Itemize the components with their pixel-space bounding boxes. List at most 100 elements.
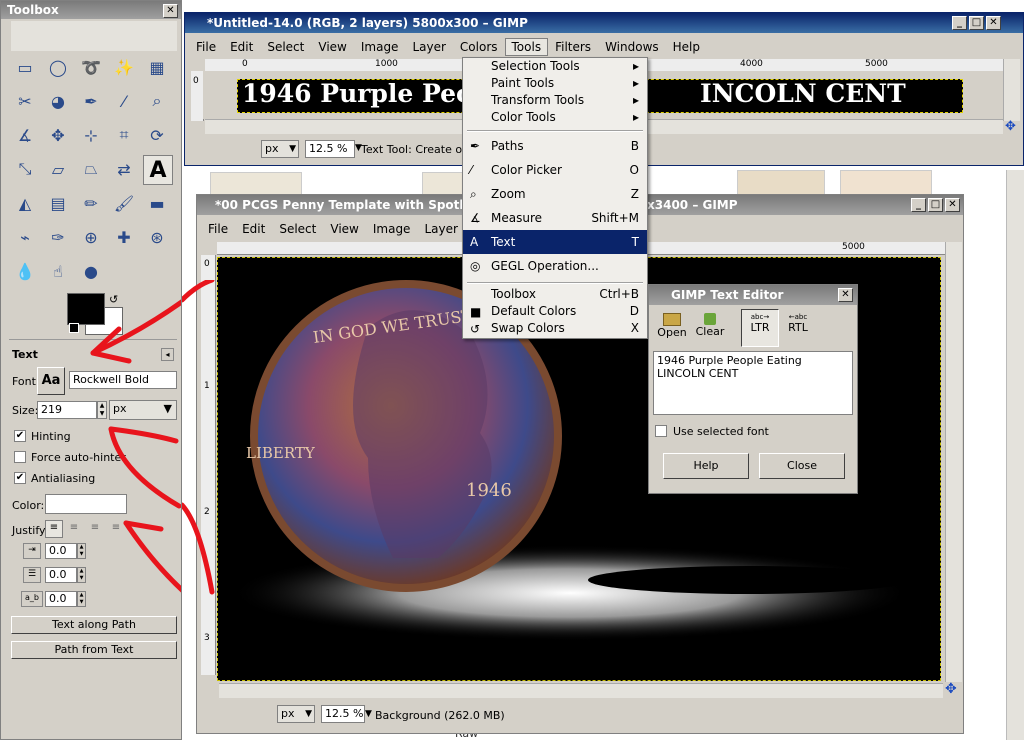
text-tool-icon: A [470, 235, 479, 249]
zoom-icon: ⌕ [470, 187, 477, 201]
desktop-scrollbar[interactable] [1006, 170, 1024, 740]
close-icon[interactable]: ✕ [986, 16, 1001, 30]
main-menu-tools[interactable]: Tools [504, 38, 549, 56]
use-selected-font-checkbox[interactable] [655, 425, 667, 437]
menu-item-shortcut: B [630, 139, 639, 153]
annotation-arrow [108, 426, 179, 444]
penny-menu-layer[interactable]: Layer [417, 220, 464, 238]
tools-menu-item-paint-tools[interactable]: Paint Tools ▸ [463, 75, 647, 92]
vruler-label: 0 [204, 259, 210, 269]
tools-menu-item-default-colors[interactable]: ■ Default Colors D [463, 303, 647, 320]
main-menu-edit[interactable]: Edit [223, 38, 260, 56]
main-vertical-scrollbar[interactable] [1003, 59, 1020, 121]
main-menu-view[interactable]: View [311, 38, 353, 56]
tools-menu-item-text[interactable]: A Text T [463, 230, 647, 254]
penny-menu-edit[interactable]: Edit [235, 220, 272, 238]
text-editor-titlebar[interactable]: GIMP Text Editor [649, 285, 857, 305]
main-menu-select[interactable]: Select [260, 38, 311, 56]
penny-menu-view[interactable]: View [323, 220, 365, 238]
tools-menu-item-color-tools[interactable]: Color Tools ▸ [463, 109, 647, 126]
close-button[interactable]: Close [759, 453, 845, 479]
penny-vertical-scrollbar[interactable] [945, 242, 962, 682]
vruler-label: 0 [193, 76, 199, 86]
penny-window-title-right: x3400 – GIMP [647, 198, 738, 212]
tools-menu-item-color-picker[interactable]: ⁄ Color Picker O [463, 158, 647, 182]
chevron-down-icon[interactable]: ▼ [365, 709, 372, 719]
main-unit-select[interactable]: px ▼ [261, 140, 299, 158]
main-zoom-select[interactable]: 12.5 % [305, 140, 355, 158]
penny-menu-file[interactable]: File [201, 220, 235, 238]
menu-separator [467, 282, 643, 284]
chevron-down-icon: ▼ [289, 144, 296, 154]
help-button[interactable]: Help [663, 453, 749, 479]
open-button[interactable]: Open [653, 309, 691, 347]
main-menu-layer[interactable]: Layer [405, 38, 452, 56]
ruler-label: 0 [242, 59, 248, 69]
menu-item-label: Transform Tools [491, 93, 585, 107]
menu-item-label: Paths [491, 139, 524, 153]
tools-menu-item-swap-colors[interactable]: ↺ Swap Colors X [463, 320, 647, 337]
main-menu-help[interactable]: Help [666, 38, 707, 56]
main-menubar: File Edit Select View Image Layer Colors Tools F… [185, 37, 1023, 57]
menu-separator [467, 130, 643, 132]
banner-text-right: INCOLN CENT [700, 79, 906, 108]
ruler-label: 5000 [865, 59, 888, 69]
penny-horizontal-scrollbar[interactable] [219, 683, 943, 698]
menu-item-shortcut: Z [630, 187, 639, 201]
ltr-button-label: LTR [750, 321, 770, 334]
coin-liberty: LIBERTY [246, 444, 316, 462]
submenu-arrow-icon: ▸ [632, 93, 639, 107]
main-zoom-value: 12.5 % [309, 142, 348, 155]
coin-date: 1946 [466, 480, 512, 501]
penny-zoom-select[interactable]: 12.5 % [321, 705, 365, 723]
main-window-title: *Untitled-14.0 (RGB, 2 layers) 5800x300 … [207, 16, 528, 30]
rtl-button[interactable]: ←abc RTL [779, 309, 817, 347]
main-menu-image[interactable]: Image [354, 38, 406, 56]
ruler-label: 4000 [740, 59, 763, 69]
tools-menu-item-zoom[interactable]: ⌕ Zoom Z [463, 182, 647, 206]
menu-item-shortcut: Ctrl+B [599, 287, 639, 301]
clear-button[interactable]: Clear [691, 309, 729, 347]
minimize-icon[interactable]: _ [911, 198, 926, 212]
tools-menu-item-paths[interactable]: ✒ Paths B [463, 134, 647, 158]
menu-item-label: Default Colors [491, 304, 577, 318]
clear-button-label: Clear [695, 325, 725, 338]
chevron-down-icon: ▼ [305, 709, 312, 719]
penny-unit-value: px [281, 707, 295, 720]
rtl-button-label: RTL [788, 321, 808, 334]
menu-item-shortcut: T [631, 235, 639, 249]
ruler-label: 1000 [375, 59, 398, 69]
main-menu-windows[interactable]: Windows [598, 38, 666, 56]
main-window-titlebar[interactable]: *Untitled-14.0 (RGB, 2 layers) 5800x300 … [185, 13, 1023, 33]
maximize-icon[interactable]: □ [928, 198, 943, 212]
close-icon[interactable]: ✕ [945, 198, 960, 212]
menu-item-label: Paint Tools [491, 76, 555, 90]
penny-menu-image[interactable]: Image [366, 220, 418, 238]
tools-menu: Selection Tools ▸ Paint Tools ▸ Transform To… [462, 57, 648, 339]
main-unit-value: px [265, 142, 279, 155]
default-colors-icon: ■ [470, 304, 482, 319]
color-picker-icon: ⁄ [470, 163, 473, 177]
main-menu-file[interactable]: File [189, 38, 223, 56]
minimize-icon[interactable]: _ [952, 16, 967, 30]
ltr-button[interactable]: abc→ LTR [741, 309, 779, 347]
use-selected-font-label: Use selected font [673, 425, 769, 438]
navigate-icon[interactable]: ✥ [945, 681, 957, 697]
menu-item-label: Color Picker [491, 163, 562, 177]
tools-menu-item-gegl-operation[interactable]: ◎ GEGL Operation... [463, 254, 647, 278]
penny-menu-select[interactable]: Select [272, 220, 323, 238]
main-menu-colors[interactable]: Colors [453, 38, 505, 56]
close-icon[interactable]: ✕ [838, 288, 853, 302]
tools-menu-item-selection-tools[interactable]: Selection Tools ▸ [463, 58, 647, 75]
main-menu-filters[interactable]: Filters [548, 38, 598, 56]
open-button-label: Open [657, 326, 687, 339]
maximize-icon[interactable]: □ [969, 16, 984, 30]
toolbox-window: Toolbox ✕ ▭ ◯ ➰ ✨ ▦ ✂ ◕ ✒ ⁄ ⌕ ∡ ✥ ⊹ ⌗ ⟳ ⤡ ▱ ⏢ ⇄ A ◭ ▤ ✏ 🖌 ▬ ⌁ ✑ ⊕ ✚ ⊛… [0, 0, 182, 740]
main-status-text: Text Tool: Create or [361, 143, 467, 156]
text-editor-content[interactable]: 1946 Purple People Eating LINCOLN CENT [653, 351, 853, 415]
tools-menu-item-toolbox[interactable]: Toolbox Ctrl+B [463, 286, 647, 303]
penny-unit-select[interactable]: px ▼ [277, 705, 315, 723]
navigate-icon[interactable]: ✥ [1005, 119, 1016, 134]
tools-menu-item-measure[interactable]: ∡ Measure Shift+M [463, 206, 647, 230]
tools-menu-item-transform-tools[interactable]: Transform Tools ▸ [463, 92, 647, 109]
